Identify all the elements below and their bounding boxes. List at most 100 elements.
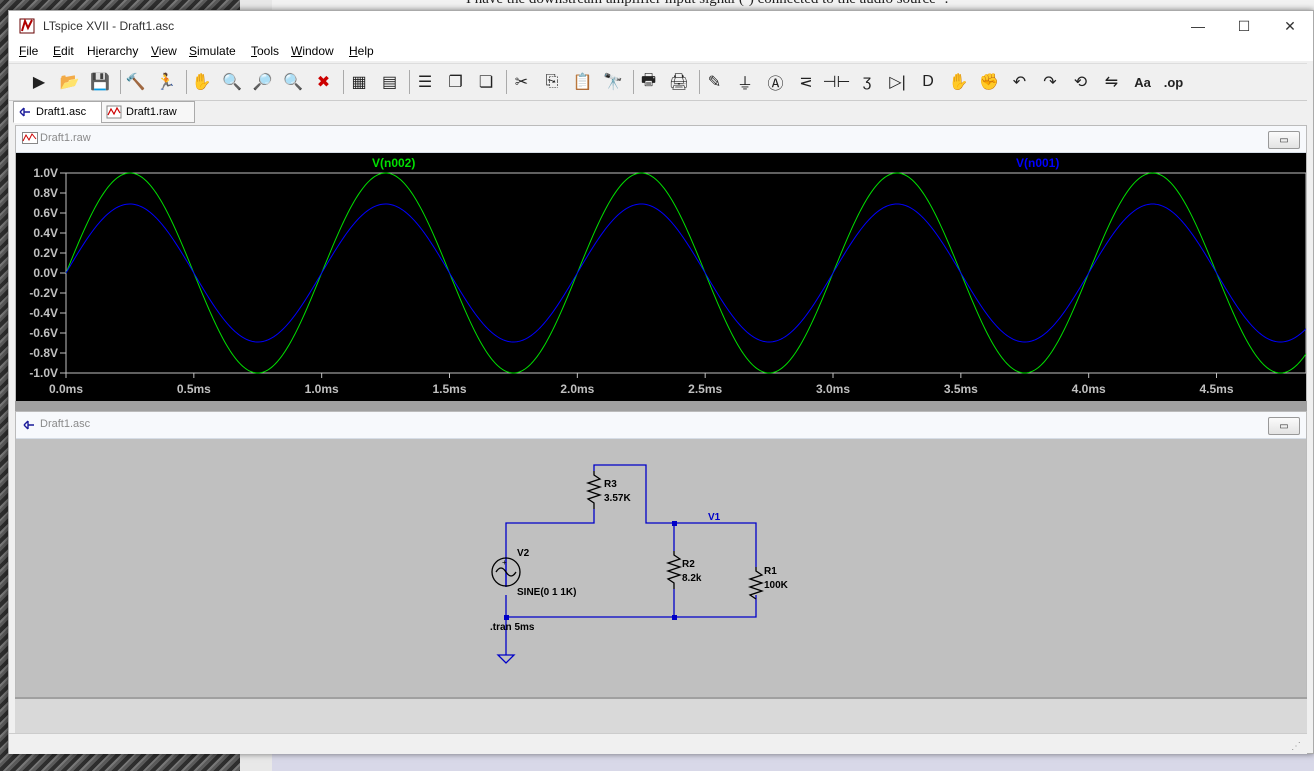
menu-window[interactable]: Window: [291, 44, 334, 58]
menu-hierarchy[interactable]: Hierarchy: [87, 44, 138, 58]
resize-grip-icon[interactable]: ⋰: [1291, 741, 1301, 752]
capacitor-icon[interactable]: ⊣⊢: [823, 70, 851, 94]
schematic-canvas[interactable]: + R3 3.57K R2 8.2k R1 100K V2 SINE(0 1 1…: [16, 439, 1306, 697]
schematic-icon: [19, 107, 30, 117]
restore-button[interactable]: ▭: [1268, 131, 1300, 149]
copy-icon[interactable]: ⎘: [540, 70, 564, 94]
waveform-plot[interactable]: 1.0V 0.8V 0.6V 0.4V 0.2V 0.0V -0.2V -0.4V -0.6V -…: [16, 153, 1307, 401]
tile-vertical-icon[interactable]: ❏: [474, 70, 498, 94]
menu-file[interactable]: File: [19, 44, 38, 58]
toolbar-separator: [119, 70, 121, 94]
tile-horizontal-icon[interactable]: ☰: [413, 70, 437, 94]
wire-icon[interactable]: ✎: [703, 70, 727, 94]
menu-help[interactable]: Help: [349, 44, 374, 58]
title-bar[interactable]: LTspice XVII - Draft1.asc — ☐ ✕: [9, 11, 1313, 41]
spice-directive[interactable]: .tran 5ms: [490, 622, 535, 633]
plot-pane[interactable]: 1.0V 0.8V 0.6V 0.4V 0.2V 0.0V -0.2V -0.4V -0.6V -…: [16, 153, 1307, 401]
schematic-drawing[interactable]: + R3 3.57K R2 8.2k R1 100K V2 SINE(0 1 1…: [16, 439, 1306, 697]
maximize-button[interactable]: ☐: [1221, 11, 1267, 41]
move-icon[interactable]: ✋: [947, 70, 971, 94]
zoom-cancel-icon[interactable]: ✖: [312, 70, 336, 94]
r3-name: R3: [604, 479, 617, 490]
y-tick-label: 0.0V: [33, 266, 58, 280]
restore-button[interactable]: ▭: [1268, 417, 1300, 435]
zoom-in-icon[interactable]: 🔍: [220, 70, 244, 94]
mdi-bottom-area: [15, 699, 1307, 733]
minimize-button[interactable]: —: [1175, 11, 1221, 41]
x-tick-label: 3.5ms: [944, 382, 978, 396]
tab-draft1-raw[interactable]: Draft1.raw: [101, 101, 195, 123]
y-tick-label: 1.0V: [33, 166, 58, 180]
wire: [505, 595, 757, 618]
schematic-icon: [22, 418, 36, 435]
wire: [593, 464, 757, 567]
print-icon[interactable]: 🖶: [637, 70, 661, 94]
autorange-icon[interactable]: ▦: [347, 70, 371, 94]
net-label-v1[interactable]: V1: [708, 512, 721, 523]
label-net-icon[interactable]: Ⓐ: [764, 70, 788, 94]
paste-icon[interactable]: 📋: [571, 70, 595, 94]
open-folder-icon[interactable]: 📂: [58, 70, 82, 94]
inductor-icon[interactable]: ʒ: [855, 70, 879, 94]
mirror-icon[interactable]: ⇋: [1100, 70, 1124, 94]
series-line-vn001[interactable]: [65, 203, 1307, 343]
status-bar: ⋰: [9, 733, 1307, 754]
component-icon[interactable]: D: [916, 70, 940, 94]
redo-icon[interactable]: ↷: [1038, 70, 1062, 94]
y-tick-label: -0.8V: [29, 346, 58, 360]
diode-icon[interactable]: ▷|: [886, 70, 910, 94]
close-button[interactable]: ✕: [1267, 11, 1313, 41]
resistor-r2[interactable]: [665, 551, 683, 589]
cascade-icon[interactable]: ❐: [444, 70, 468, 94]
window-title: LTspice XVII - Draft1.asc: [43, 19, 175, 33]
menu-simulate[interactable]: Simulate: [189, 44, 236, 58]
plot-settings-icon[interactable]: ▤: [378, 70, 402, 94]
waveform-window-title: Draft1.raw: [40, 132, 91, 144]
waveform-icon: [106, 105, 122, 119]
tab-draft1-asc[interactable]: Draft1.asc: [13, 101, 107, 123]
x-tick-label: 1.0ms: [305, 382, 339, 396]
zoom-out-icon[interactable]: 🔍: [281, 70, 305, 94]
toolbar-separator: [632, 70, 634, 94]
text-icon[interactable]: Aa: [1131, 70, 1155, 94]
print-setup-icon[interactable]: 🖨: [667, 70, 691, 94]
halt-icon[interactable]: 🏃: [154, 70, 178, 94]
menu-view[interactable]: View: [151, 44, 177, 58]
run-icon[interactable]: ▶: [27, 70, 51, 94]
schematic-window: Draft1.asc ▭ + R3 3.57K R2 8.2k R1 100K …: [15, 411, 1307, 697]
spice-directive-icon[interactable]: .op: [1162, 70, 1186, 94]
tab-label: Draft1.asc: [36, 106, 87, 118]
ltspice-app-icon: [19, 18, 35, 34]
toolbar-separator: [185, 70, 187, 94]
menu-edit[interactable]: Edit: [53, 44, 74, 58]
waveform-window-titlebar[interactable]: Draft1.raw ▭: [16, 126, 1306, 153]
trace-label[interactable]: V(n002): [372, 156, 415, 170]
undo-icon[interactable]: ↶: [1008, 70, 1032, 94]
ground-icon[interactable]: ⏚: [733, 70, 757, 94]
schematic-window-title: Draft1.asc: [40, 418, 91, 430]
series-line-vn002[interactable]: [65, 172, 1307, 374]
y-tick-label: -0.4V: [29, 306, 58, 320]
control-panel-icon[interactable]: 🔨: [124, 70, 148, 94]
ground-symbol[interactable]: [496, 654, 516, 664]
schematic-window-titlebar[interactable]: Draft1.asc ▭: [16, 412, 1306, 439]
drag-icon[interactable]: ✊: [977, 70, 1001, 94]
trace-label[interactable]: V(n001): [1016, 156, 1059, 170]
resistor-r1[interactable]: [747, 567, 765, 600]
svg-text:+: +: [502, 558, 507, 567]
resistor-r3[interactable]: [585, 471, 603, 509]
y-tick-label: 0.8V: [33, 186, 58, 200]
toolbar-separator: [409, 70, 410, 94]
zoom-area-icon[interactable]: 🔎: [251, 70, 275, 94]
background-bottom-stripe: [272, 754, 1314, 771]
find-icon[interactable]: 🔭: [601, 70, 625, 94]
v2-value: SINE(0 1 1K): [517, 587, 576, 598]
r1-value: 100K: [764, 580, 789, 591]
save-icon[interactable]: 💾: [88, 70, 112, 94]
rotate-icon[interactable]: ⟲: [1069, 70, 1093, 94]
pan-hand-icon[interactable]: ✋: [190, 70, 214, 94]
cut-icon[interactable]: ✂: [510, 70, 534, 94]
r2-name: R2: [682, 559, 695, 570]
resistor-icon[interactable]: ⋜: [794, 70, 818, 94]
menu-tools[interactable]: Tools: [251, 44, 279, 58]
